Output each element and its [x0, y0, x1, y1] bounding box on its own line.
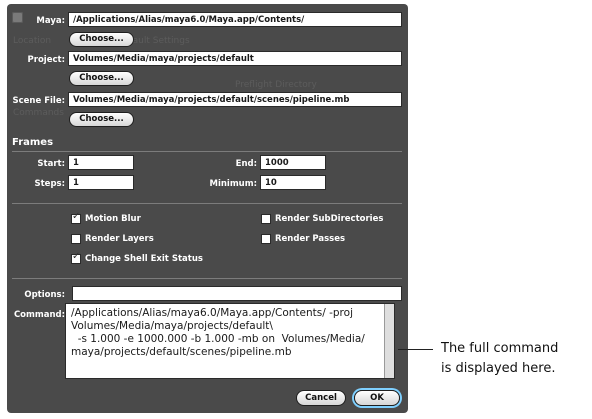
motion-blur-checkbox[interactable]: ✓: [71, 211, 81, 224]
change-shell-exit-status-label: Change Shell Exit Status: [85, 254, 203, 264]
render-subdirectories-label: Render SubDirectories: [275, 214, 384, 224]
command-label: Command:: [13, 310, 65, 320]
command-textarea[interactable]: /Applications/Alias/maya6.0/Maya.app/Con…: [65, 303, 395, 379]
command-scrollbar[interactable]: [384, 304, 394, 378]
callout-line-2: is displayed here.: [441, 361, 556, 376]
choose-maya-button[interactable]: Choose...: [69, 32, 134, 47]
motion-blur-label: Motion Blur: [85, 214, 141, 224]
render-passes-checkbox[interactable]: [261, 234, 271, 244]
end-field[interactable]: 1000: [260, 155, 326, 170]
checkmark-icon: ✓: [72, 251, 81, 262]
steps-field[interactable]: 1: [68, 175, 134, 190]
options-label: Options:: [24, 290, 65, 300]
end-label: End:: [235, 159, 257, 169]
command-text: /Applications/Alias/maya6.0/Maya.app/Con…: [71, 307, 365, 358]
maya-settings-dialog: Location Default Settings Commands Prefl…: [7, 4, 408, 413]
render-subdirectories-checkbox[interactable]: [261, 214, 271, 224]
options-field[interactable]: [72, 286, 402, 301]
scene-file-field[interactable]: Volumes/Media/maya/projects/default/scen…: [68, 92, 402, 107]
render-layers-label: Render Layers: [85, 234, 154, 244]
checkmark-icon: ✓: [72, 211, 81, 222]
maya-path-field[interactable]: /Applications/Alias/maya6.0/Maya.app/Con…: [68, 12, 402, 27]
choose-scene-button[interactable]: Choose...: [69, 112, 134, 127]
choose-project-button[interactable]: Choose...: [69, 71, 134, 86]
ok-button[interactable]: OK: [354, 390, 400, 406]
render-layers-checkbox[interactable]: [71, 234, 81, 244]
callout-line: [398, 349, 433, 350]
frames-heading: Frames: [12, 137, 54, 148]
steps-label: Steps:: [34, 179, 66, 189]
ghost-text: Location: [13, 36, 52, 46]
cancel-button[interactable]: Cancel: [296, 390, 346, 406]
frames-divider: [12, 151, 402, 152]
options-divider: [12, 203, 402, 204]
start-label: Start:: [37, 159, 65, 169]
start-field[interactable]: 1: [68, 155, 134, 170]
callout-line-1: The full command: [441, 341, 559, 356]
minimum-field[interactable]: 10: [260, 175, 326, 190]
ghost-text: Commands: [13, 108, 64, 118]
project-label: Project:: [27, 55, 65, 65]
ghost-text: Preflight Directory: [235, 80, 317, 90]
command-divider: [12, 278, 402, 279]
maya-label: Maya:: [36, 16, 65, 26]
render-passes-label: Render Passes: [275, 234, 346, 244]
project-path-field[interactable]: Volumes/Media/maya/projects/default: [68, 51, 402, 66]
scene-file-label: Scene File:: [12, 96, 66, 106]
change-shell-exit-status-checkbox[interactable]: ✓: [71, 251, 81, 264]
callout-text: The full command is displayed here.: [441, 339, 558, 379]
minimum-label: Minimum:: [209, 179, 257, 189]
